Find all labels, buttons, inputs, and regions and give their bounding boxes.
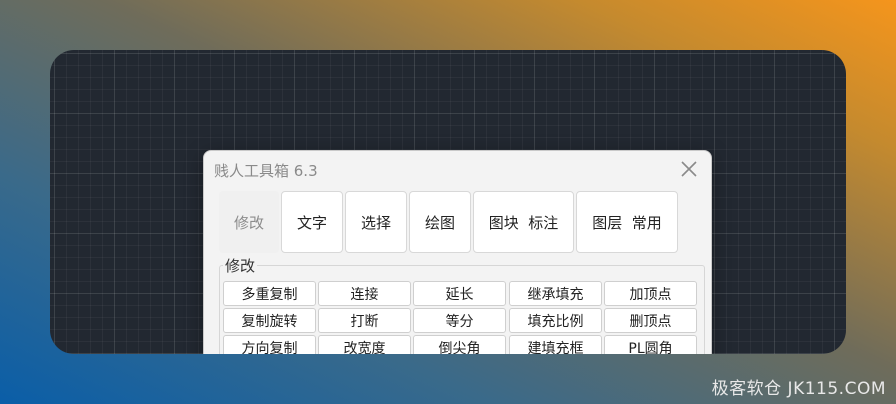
break-button[interactable]: 打断 xyxy=(318,308,411,333)
tab-text[interactable]: 文字 xyxy=(281,191,343,253)
add-vertex-button[interactable]: 加顶点 xyxy=(604,281,697,306)
direction-copy-button[interactable]: 方向复制 xyxy=(223,335,316,354)
inherit-fill-button[interactable]: 继承填充 xyxy=(509,281,602,306)
toolbox-dialog: 贱人工具箱 6.3 修改 文字 选择 绘图 图块 标注 图层 常用 修改 多重复… xyxy=(203,150,712,354)
watermark: 极客软仓 JK115.COM xyxy=(711,379,886,399)
tab-block-dimension[interactable]: 图块 标注 xyxy=(473,191,574,253)
dialog-title: 贱人工具箱 6.3 xyxy=(214,162,318,180)
fill-scale-button[interactable]: 填充比例 xyxy=(509,308,602,333)
pl-fillet-button[interactable]: PL圆角 xyxy=(604,335,697,354)
cad-canvas: 贱人工具箱 6.3 修改 文字 选择 绘图 图块 标注 图层 常用 修改 多重复… xyxy=(50,50,846,354)
join-button[interactable]: 连接 xyxy=(318,281,411,306)
group-label: 修改 xyxy=(223,255,258,276)
multi-copy-button[interactable]: 多重复制 xyxy=(223,281,316,306)
close-icon[interactable] xyxy=(678,158,700,180)
extend-button[interactable]: 延长 xyxy=(413,281,506,306)
delete-vertex-button[interactable]: 删顶点 xyxy=(604,308,697,333)
tab-layer-common[interactable]: 图层 常用 xyxy=(576,191,678,253)
tab-draw[interactable]: 绘图 xyxy=(409,191,471,253)
tab-select[interactable]: 选择 xyxy=(345,191,407,253)
sharp-corner-button[interactable]: 倒尖角 xyxy=(413,335,506,354)
divide-button[interactable]: 等分 xyxy=(413,308,506,333)
create-fill-boundary-button[interactable]: 建填充框 xyxy=(509,335,602,354)
copy-rotate-button[interactable]: 复制旋转 xyxy=(223,308,316,333)
tab-modify[interactable]: 修改 xyxy=(219,191,279,253)
change-width-button[interactable]: 改宽度 xyxy=(318,335,411,354)
